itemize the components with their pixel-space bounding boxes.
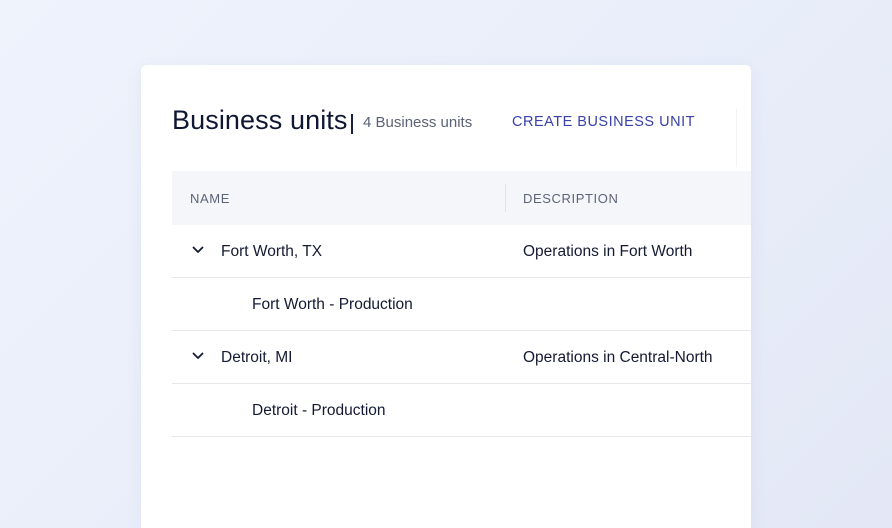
table-row[interactable]: Detroit - Production [172, 384, 751, 437]
row-name: Detroit - Production [252, 402, 386, 419]
chevron-down-icon[interactable] [191, 243, 205, 257]
row-description: Operations in Central-North [523, 349, 713, 366]
business-unit-count: 4 Business units [363, 114, 473, 131]
row-name: Fort Worth, TX [221, 243, 323, 260]
table-row[interactable]: Fort Worth - Production [172, 278, 751, 331]
table-row[interactable]: Detroit, MI Operations in Central-North [172, 331, 751, 384]
column-header-description[interactable]: DESCRIPTION [523, 191, 618, 206]
business-units-table: NAME DESCRIPTION Fort Worth, TX Operatio… [172, 171, 751, 437]
card-header: Business units 4 Business units CREATE B… [141, 65, 751, 171]
column-divider[interactable] [505, 184, 506, 212]
chevron-down-icon[interactable] [191, 349, 205, 363]
row-description: Operations in Fort Worth [523, 243, 693, 260]
table-row[interactable]: Fort Worth, TX Operations in Fort Worth [172, 225, 751, 278]
create-business-unit-button[interactable]: CREATE BUSINESS UNIT [512, 114, 695, 130]
title-divider [351, 114, 353, 134]
header-divider [736, 109, 737, 167]
page-title: Business units [172, 105, 348, 135]
business-units-card: Business units 4 Business units CREATE B… [141, 65, 751, 528]
row-name: Detroit, MI [221, 349, 293, 366]
table-header: NAME DESCRIPTION [172, 171, 751, 225]
column-header-name[interactable]: NAME [190, 191, 230, 206]
row-name: Fort Worth - Production [252, 296, 413, 313]
